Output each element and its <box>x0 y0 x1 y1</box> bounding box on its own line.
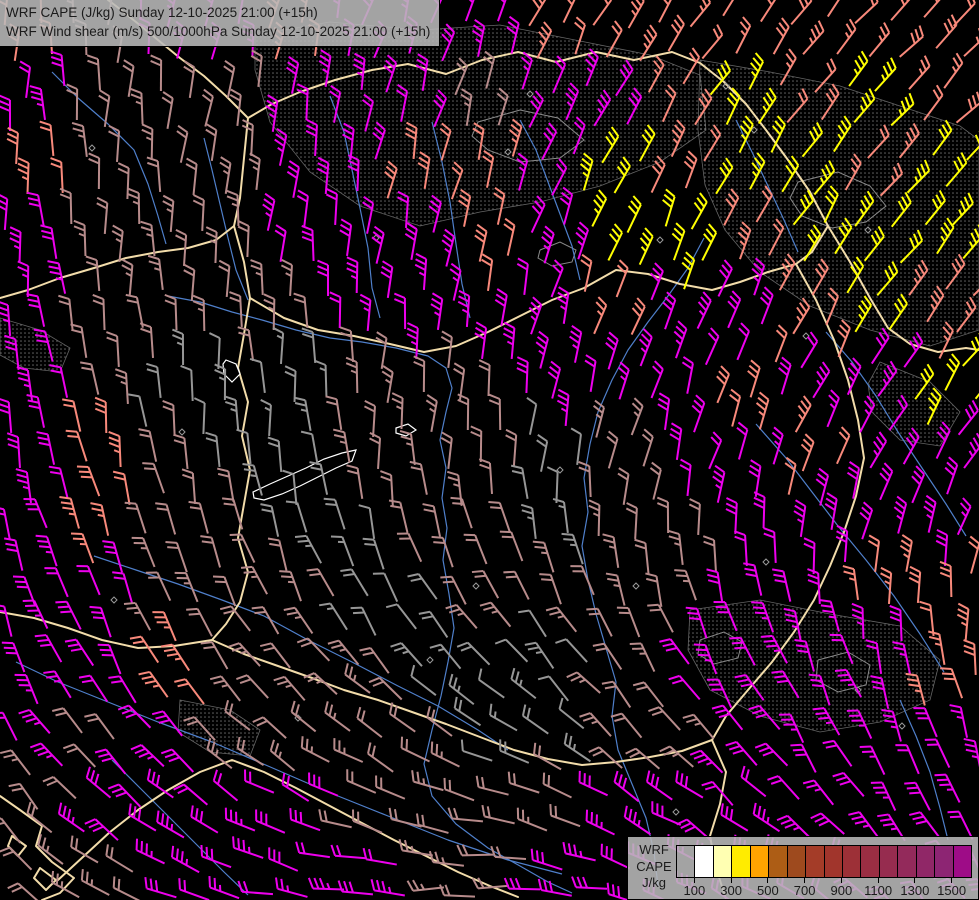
cape-colorbar <box>676 845 972 878</box>
cape-color-cell-3 <box>731 846 750 877</box>
cape-tick-label: 500 <box>757 883 779 898</box>
legend-label-model: WRF <box>639 842 669 857</box>
cape-tick-label: 700 <box>793 883 816 898</box>
cape-color-cell-13 <box>915 846 935 877</box>
cape-tick-label: 1100 <box>864 883 893 898</box>
cape-tick-label: 900 <box>830 883 853 898</box>
cape-color-cell-6 <box>786 846 806 877</box>
cape-colorbar-ticks: 100 300 500 700 900 1100 1300 1500 <box>676 877 970 899</box>
cape-tick-label: 1300 <box>900 883 930 898</box>
legend-label-unit: J/kg <box>642 875 666 890</box>
weather-map-canvas <box>0 0 979 900</box>
title-panel: WRF CAPE (J/kg) Sunday 12-10-2025 21:00 … <box>0 0 441 47</box>
cape-color-cell-7 <box>805 846 824 877</box>
title-line-windshear: WRF Wind shear (m/s) 500/1000hPa Sunday … <box>6 24 431 39</box>
cape-color-cell-11 <box>878 846 898 877</box>
wrf-weather-map-page: { "title": { "line1": "WRF CAPE (J/kg) S… <box>0 0 979 900</box>
cape-tick-label: 300 <box>720 883 742 898</box>
cape-color-cell-1 <box>694 846 713 877</box>
cape-color-cell-14 <box>934 846 953 877</box>
cape-color-cell-4 <box>749 846 769 877</box>
cape-color-cell-8 <box>823 846 842 877</box>
legend-labels: WRF CAPE J/kg <box>633 842 675 892</box>
cape-legend-panel: WRF CAPE J/kg 100 300 500 700 900 1100 1300 150… <box>627 836 979 900</box>
cape-color-cell-0 <box>677 846 694 877</box>
cape-color-cell-15 <box>952 846 971 877</box>
cape-color-cell-2 <box>712 846 732 877</box>
cape-color-cell-10 <box>860 846 879 877</box>
cape-color-cell-9 <box>841 846 861 877</box>
legend-label-param: CAPE <box>636 858 672 874</box>
cape-color-cell-12 <box>897 846 916 877</box>
cape-color-cell-5 <box>768 846 787 877</box>
title-line-cape: WRF CAPE (J/kg) Sunday 12-10-2025 21:00 … <box>6 5 318 20</box>
cape-tick-label: 100 <box>683 883 706 898</box>
cape-tick-label: 1500 <box>937 883 967 898</box>
